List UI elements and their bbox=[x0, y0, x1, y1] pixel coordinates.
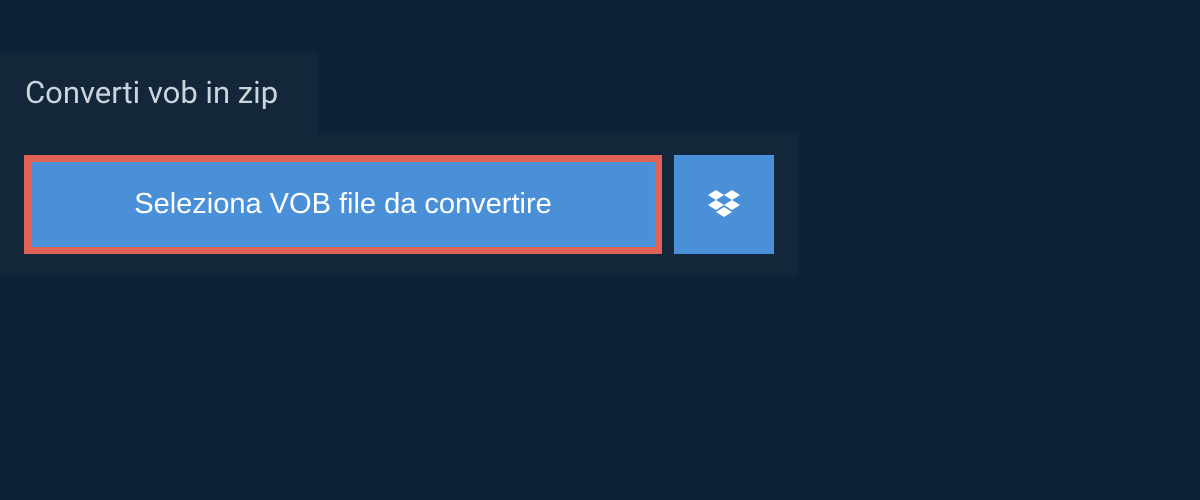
page-title: Converti vob in zip bbox=[25, 74, 278, 111]
dropbox-button[interactable] bbox=[674, 155, 774, 254]
header-tab: Converti vob in zip bbox=[0, 52, 318, 133]
select-file-label: Seleziona VOB file da convertire bbox=[134, 188, 552, 221]
upload-section: Seleziona VOB file da convertire bbox=[0, 133, 798, 276]
dropbox-icon bbox=[708, 190, 740, 220]
select-file-button[interactable]: Seleziona VOB file da convertire bbox=[24, 155, 662, 254]
